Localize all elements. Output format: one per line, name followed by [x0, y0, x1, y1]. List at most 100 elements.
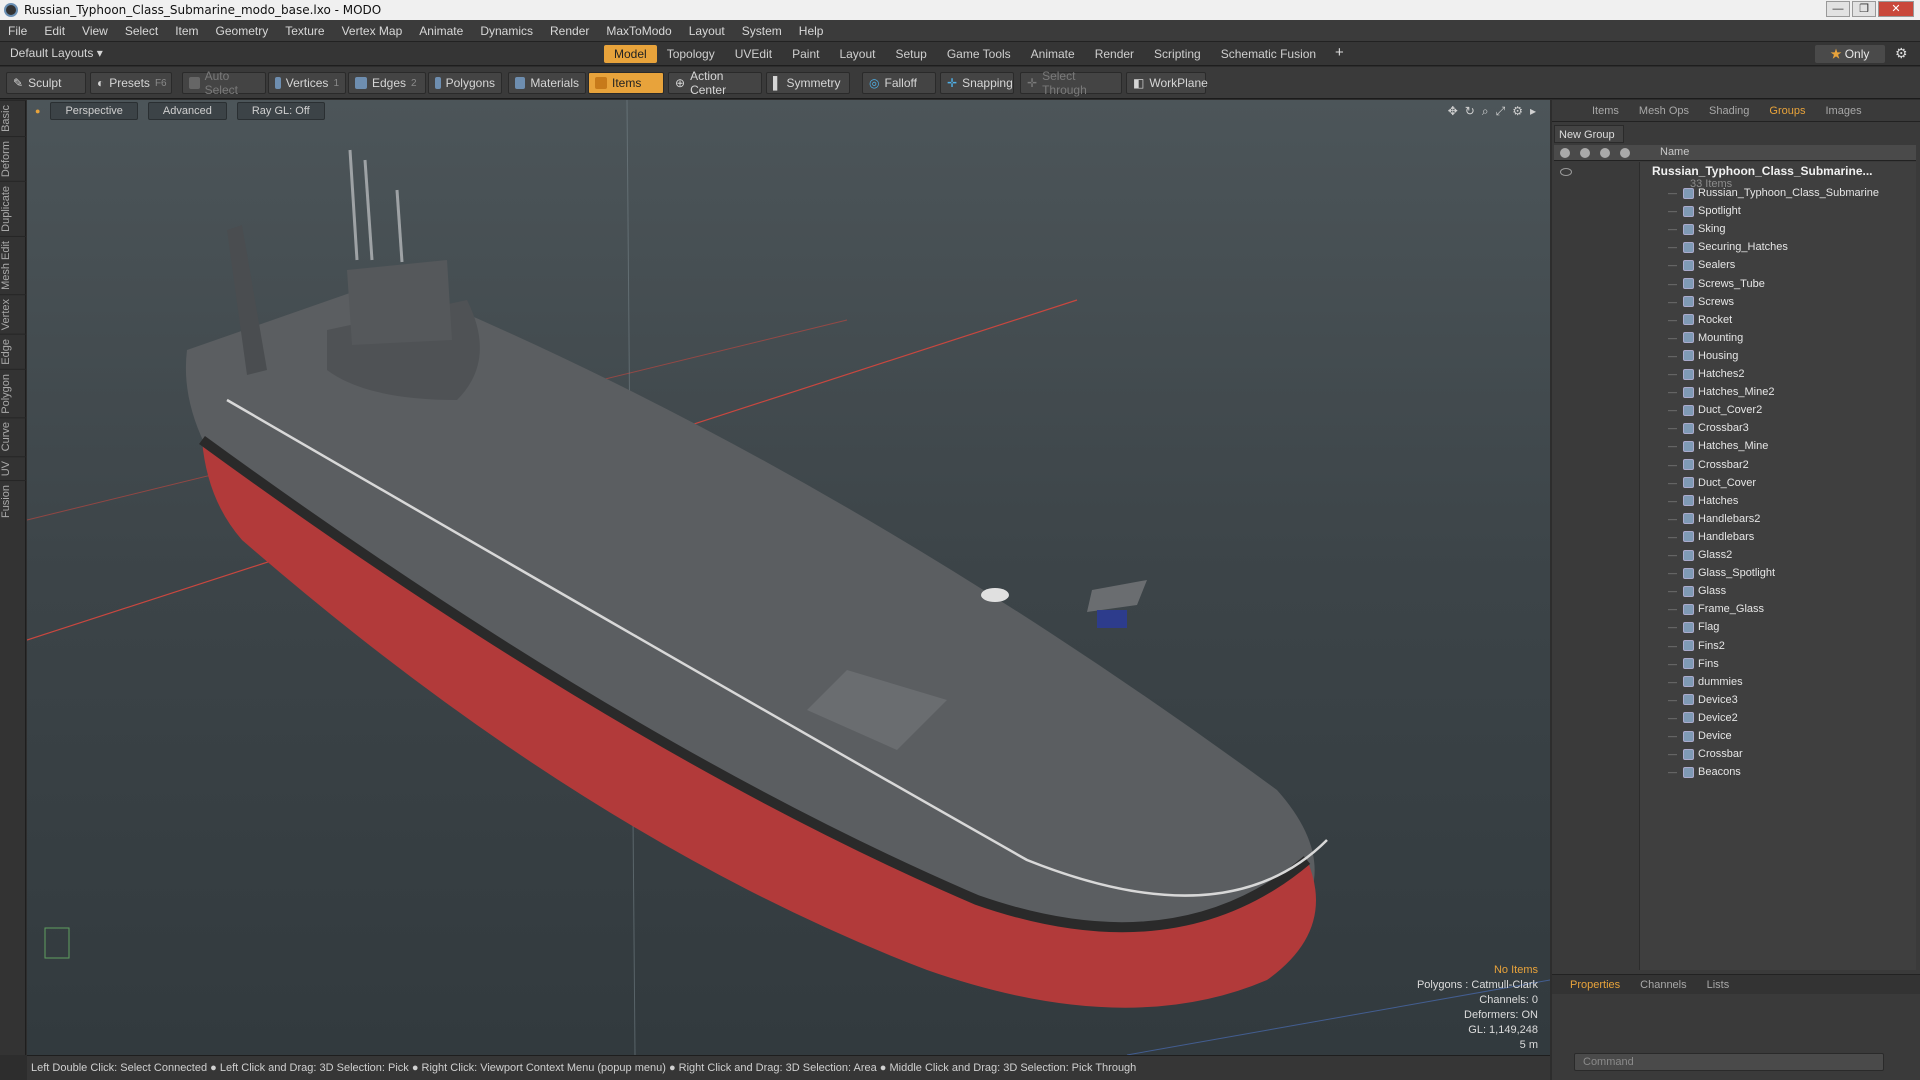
pan-icon[interactable]: ✥	[1448, 104, 1458, 119]
presets-button[interactable]: ◐ Presets F6	[90, 72, 172, 94]
select-through-button[interactable]: ✛ Select Through	[1020, 69, 1122, 97]
list-item[interactable]: — Device	[1668, 727, 1732, 745]
left-tab-mesh-edit[interactable]: Mesh Edit	[0, 235, 26, 294]
tab-scripting[interactable]: Scripting	[1144, 45, 1211, 63]
left-tab-basic[interactable]: Basic	[0, 100, 26, 136]
tab-channels[interactable]: Channels	[1630, 977, 1696, 993]
menu-geometry[interactable]: Geometry	[216, 24, 269, 38]
menu-select[interactable]: Select	[125, 24, 158, 38]
menu-edit[interactable]: Edit	[44, 24, 65, 38]
polygons-button[interactable]: Polygons	[428, 72, 502, 94]
vertices-button[interactable]: Vertices 1	[268, 72, 346, 94]
list-item[interactable]: — Crossbar	[1668, 745, 1743, 763]
list-item[interactable]: — Glass_Spotlight	[1668, 564, 1775, 582]
items-button[interactable]: Items	[588, 72, 664, 94]
only-button[interactable]: ★ Only	[1815, 45, 1885, 63]
sculpt-button[interactable]: ✎ Sculpt	[6, 72, 86, 94]
list-item[interactable]: — Fins2	[1668, 637, 1725, 655]
list-item[interactable]: — Flag	[1668, 618, 1719, 636]
list-item[interactable]: — Duct_Cover2	[1668, 401, 1762, 419]
new-group-button[interactable]: New Group	[1554, 125, 1624, 143]
list-item[interactable]: — Crossbar2	[1668, 456, 1749, 474]
list-item[interactable]: — Glass2	[1668, 546, 1732, 564]
left-tab-curve[interactable]: Curve	[0, 417, 26, 456]
falloff-button[interactable]: ◎ Falloff	[862, 72, 936, 94]
menu-vertex-map[interactable]: Vertex Map	[342, 24, 403, 38]
raygl-button[interactable]: Ray GL: Off	[236, 102, 325, 120]
list-item[interactable]: — Hatches_Mine2	[1668, 383, 1774, 401]
left-tab-edge[interactable]: Edge	[0, 333, 26, 369]
menu-animate[interactable]: Animate	[419, 24, 463, 38]
action-center-button[interactable]: ⊕ Action Center	[668, 69, 762, 97]
menu-item[interactable]: Item	[175, 24, 198, 38]
tab-items[interactable]: Items	[1582, 101, 1629, 121]
list-item[interactable]: — Securing_Hatches	[1668, 238, 1788, 256]
default-layouts-dropdown[interactable]: Default Layouts ▾	[10, 46, 103, 60]
left-tab-deform[interactable]: Deform	[0, 135, 26, 181]
edges-button[interactable]: Edges 2	[348, 72, 426, 94]
list-item[interactable]: — dummies	[1668, 673, 1743, 691]
auto-select-button[interactable]: Auto Select	[182, 69, 266, 97]
list-item[interactable]: — Frame_Glass	[1668, 600, 1764, 618]
left-tab-vertex[interactable]: Vertex	[0, 293, 26, 334]
snapping-button[interactable]: ✛ Snapping	[940, 72, 1014, 94]
left-tab-fusion[interactable]: Fusion	[0, 480, 26, 523]
3d-viewport[interactable]: ● Perspective Advanced Ray GL: Off ✥ ↻ ⌕…	[27, 100, 1550, 1055]
menu-maxtomodo[interactable]: MaxToModo	[606, 24, 671, 38]
list-item[interactable]: — Device2	[1668, 709, 1738, 727]
list-item[interactable]: — Sealers	[1668, 256, 1735, 274]
left-tab-polygon[interactable]: Polygon	[0, 368, 26, 418]
list-item[interactable]: — Device3	[1668, 691, 1738, 709]
list-item[interactable]: — Hatches	[1668, 492, 1738, 510]
list-item[interactable]: — Rocket	[1668, 311, 1732, 329]
list-item[interactable]: — Crossbar3	[1668, 419, 1749, 437]
tab-lists[interactable]: Lists	[1697, 977, 1740, 993]
menu-texture[interactable]: Texture	[285, 24, 324, 38]
tab-paint[interactable]: Paint	[782, 45, 829, 63]
left-tab-duplicate[interactable]: Duplicate	[0, 180, 26, 236]
menu-file[interactable]: File	[8, 24, 27, 38]
list-item[interactable]: — Housing	[1668, 347, 1738, 365]
viewport-expand-icon[interactable]: ▸	[1530, 104, 1536, 119]
list-item[interactable]: — Sking	[1668, 220, 1726, 238]
menu-system[interactable]: System	[742, 24, 782, 38]
tab-render[interactable]: Render	[1085, 45, 1144, 63]
tab-model[interactable]: Model	[604, 45, 657, 63]
tab-mesh-ops[interactable]: Mesh Ops	[1629, 101, 1699, 121]
eye-icon[interactable]	[1560, 168, 1572, 176]
rotate-icon[interactable]: ↻	[1465, 104, 1475, 119]
tab-images[interactable]: Images	[1816, 101, 1872, 121]
tab-shading[interactable]: Shading	[1699, 101, 1759, 121]
tab-topology[interactable]: Topology	[657, 45, 725, 63]
tab-layout[interactable]: Layout	[829, 45, 885, 63]
name-column-header[interactable]: Name	[1660, 146, 1689, 158]
tab-animate[interactable]: Animate	[1021, 45, 1085, 63]
tab-game-tools[interactable]: Game Tools	[937, 45, 1021, 63]
group-root-item[interactable]: Russian_Typhoon_Class_Submarine...	[1652, 164, 1873, 178]
gear-icon[interactable]: ⚙	[1895, 45, 1908, 62]
zoom-icon[interactable]: ⌕	[1482, 104, 1489, 119]
tab-properties[interactable]: Properties	[1560, 977, 1630, 993]
list-item[interactable]: — Duct_Cover	[1668, 474, 1756, 492]
menu-help[interactable]: Help	[799, 24, 824, 38]
left-tab-uv[interactable]: UV	[0, 455, 26, 481]
list-item[interactable]: — Beacons	[1668, 763, 1741, 781]
list-item[interactable]: — Screws_Tube	[1668, 275, 1765, 293]
list-item[interactable]: — Spotlight	[1668, 202, 1741, 220]
tab-setup[interactable]: Setup	[885, 45, 936, 63]
list-item[interactable]: — Handlebars2	[1668, 510, 1760, 528]
menu-render[interactable]: Render	[550, 24, 589, 38]
list-item[interactable]: — Glass	[1668, 582, 1726, 600]
maximize-button[interactable]: ❐	[1852, 1, 1876, 17]
menu-dynamics[interactable]: Dynamics	[480, 24, 533, 38]
tab-groups[interactable]: Groups	[1759, 101, 1815, 121]
list-item[interactable]: — Screws	[1668, 293, 1734, 311]
list-item[interactable]: — Fins	[1668, 655, 1719, 673]
add-tab-icon[interactable]: +	[1335, 44, 1344, 61]
list-item[interactable]: — Hatches_Mine	[1668, 437, 1768, 455]
list-item[interactable]: — Handlebars	[1668, 528, 1754, 546]
menu-view[interactable]: View	[82, 24, 108, 38]
close-button[interactable]: ✕	[1878, 1, 1914, 17]
list-item[interactable]: — Russian_Typhoon_Class_Submarine	[1668, 184, 1879, 202]
menu-layout[interactable]: Layout	[689, 24, 725, 38]
